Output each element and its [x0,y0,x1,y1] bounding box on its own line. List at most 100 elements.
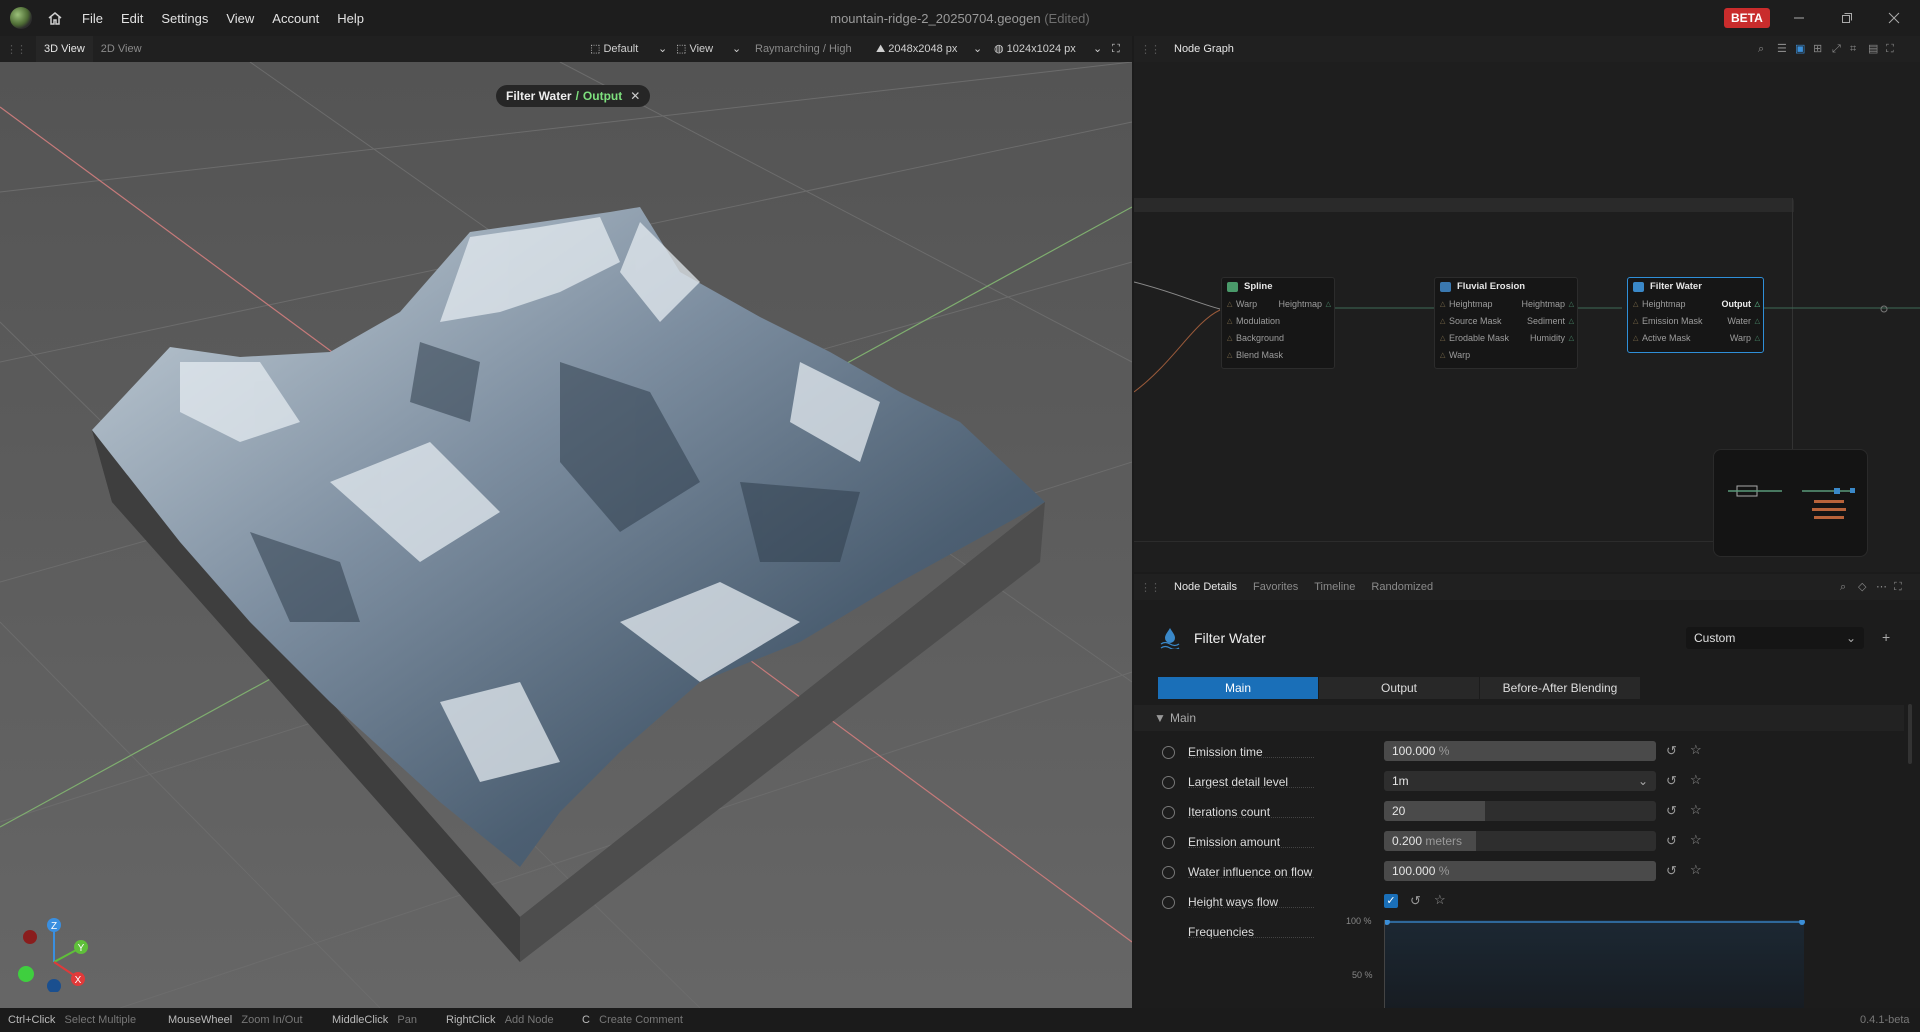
emission-amount-slider[interactable]: 0.200 meters [1384,831,1656,851]
reset-icon[interactable]: ↺ [1666,743,1677,759]
node-fluvial-erosion[interactable]: Fluvial Erosion Heightmap Heightmap Sourc… [1434,277,1578,369]
panel-icon[interactable]: ▤ [1868,36,1878,62]
graph-minimap[interactable] [1713,449,1868,557]
fullscreen-icon[interactable]: ⛶ [1894,574,1902,600]
list-icon[interactable]: ☰ [1777,36,1787,62]
expose-toggle[interactable] [1162,866,1175,879]
largest-detail-level-select[interactable]: 1m ⌄ [1384,771,1656,791]
breadcrumb-output[interactable]: Output [583,89,622,103]
close-icon[interactable] [1884,8,1904,28]
preview-resolution-dropdown[interactable]: ◍ 1024x1024 px [994,36,1076,62]
view-dropdown[interactable]: ⬚ View [676,36,713,62]
drag-handle-icon[interactable]: ⋮⋮ [1140,43,1161,56]
port-input[interactable]: Active Mask [1633,330,1690,347]
expose-toggle[interactable] [1162,836,1175,849]
star-icon[interactable]: ☆ [1690,862,1702,878]
chevron-down-icon[interactable]: ⌄ [658,36,667,62]
star-icon[interactable]: ☆ [1690,772,1702,788]
3d-viewport[interactable]: Filter Water / Output ✕ Z Y X [0,62,1132,1008]
fit-icon[interactable]: ⤢ [1832,36,1841,62]
drag-handle-icon[interactable]: ⋮⋮ [1140,581,1161,594]
drag-handle-icon[interactable]: ⋮⋮ [6,43,27,56]
port-input[interactable]: Background [1227,330,1284,347]
add-icon[interactable]: + [1882,629,1890,645]
menu-settings[interactable]: Settings [161,11,208,26]
port-output[interactable]: Heightmap [1521,296,1573,313]
tab-before-after-blending[interactable]: Before-After Blending [1480,677,1640,699]
tab-node-graph[interactable]: Node Graph [1166,36,1242,62]
grid-icon[interactable]: ⊞ [1813,36,1822,62]
port-input[interactable]: Heightmap [1633,296,1685,313]
frequency-curve-editor[interactable] [1384,919,1805,1008]
section-main[interactable]: ▼ Main [1134,705,1904,731]
minimize-icon[interactable] [1789,8,1809,28]
port-input[interactable]: Blend Mask [1227,347,1283,364]
chevron-down-icon[interactable]: ⌄ [1093,36,1102,62]
tab-randomized[interactable]: Randomized [1363,574,1441,600]
port-input[interactable]: Source Mask [1440,313,1501,330]
curve-handle[interactable] [1384,919,1390,925]
menu-file[interactable]: File [82,11,103,26]
home-icon[interactable] [46,9,64,27]
breadcrumb-node[interactable]: Filter Water [506,89,572,103]
tab-main[interactable]: Main [1158,677,1318,699]
port-input[interactable]: Erodable Mask [1440,330,1509,347]
emission-time-slider[interactable]: 100.000 % [1384,741,1656,761]
star-icon[interactable]: ☆ [1434,892,1446,908]
expose-toggle[interactable] [1162,806,1175,819]
menu-edit[interactable]: Edit [121,11,143,26]
expose-toggle[interactable] [1162,746,1175,759]
port-output[interactable]: Sediment [1527,313,1574,330]
port-output[interactable]: Heightmap [1278,296,1330,313]
tab-node-details[interactable]: Node Details [1166,574,1245,600]
menu-account[interactable]: Account [272,11,319,26]
chevron-down-icon[interactable]: ⌄ [732,36,741,62]
star-icon[interactable]: ☆ [1690,832,1702,848]
reset-icon[interactable]: ↺ [1666,863,1677,879]
port-output[interactable]: Humidity [1530,330,1574,347]
tab-output[interactable]: Output [1319,677,1479,699]
reset-icon[interactable]: ↺ [1410,893,1421,909]
search-icon[interactable]: ⌕ [1840,574,1846,600]
tab-3d-view[interactable]: 3D View [36,36,93,62]
port-input[interactable]: Modulation [1227,313,1280,330]
axis-gizmo[interactable]: Z Y X [12,912,92,992]
node-spline[interactable]: Spline Warp Heightmap Modulation Backgrou… [1221,277,1335,369]
close-icon[interactable]: ✕ [630,89,640,103]
layout-icon[interactable]: ▣ [1795,36,1805,62]
star-icon[interactable]: ☆ [1690,742,1702,758]
diamond-icon[interactable]: ◇ [1858,574,1866,600]
resolution-dropdown[interactable]: ⛰ 2048x2048 px [876,36,957,62]
details-scrollbar[interactable] [1908,704,1912,764]
curve-handle[interactable] [1799,919,1805,925]
fullscreen-icon[interactable]: ⛶ [1886,36,1894,62]
port-input[interactable]: Warp [1440,347,1470,364]
preset-dropdown[interactable]: ⬚ Default [590,36,638,62]
port-input[interactable]: Emission Mask [1633,313,1702,330]
tab-timeline[interactable]: Timeline [1306,574,1363,600]
port-input[interactable]: Warp [1227,296,1257,313]
preset-select[interactable]: Custom ⌄ [1686,627,1864,649]
more-icon[interactable]: ⋯ [1876,574,1887,600]
reset-icon[interactable]: ↺ [1666,803,1677,819]
frame-icon[interactable]: ⌗ [1850,36,1856,62]
port-output[interactable]: Output [1722,296,1760,313]
reset-icon[interactable]: ↺ [1666,773,1677,789]
tab-favorites[interactable]: Favorites [1245,574,1306,600]
water-influence-slider[interactable]: 100.000 % [1384,861,1656,881]
menu-help[interactable]: Help [337,11,364,26]
expose-toggle[interactable] [1162,896,1175,909]
maximize-icon[interactable] [1837,8,1857,28]
height-ways-flow-checkbox[interactable]: ✓ [1384,894,1398,908]
fullscreen-icon[interactable]: ⛶ [1112,36,1120,62]
expose-toggle[interactable] [1162,776,1175,789]
reset-icon[interactable]: ↺ [1666,833,1677,849]
search-icon[interactable]: ⌕ [1758,36,1764,62]
menu-view[interactable]: View [226,11,254,26]
render-mode[interactable]: Raymarching / High [755,36,852,62]
port-input[interactable]: Heightmap [1440,296,1492,313]
chevron-down-icon[interactable]: ⌄ [973,36,982,62]
star-icon[interactable]: ☆ [1690,802,1702,818]
tab-2d-view[interactable]: 2D View [93,36,150,62]
port-output[interactable]: Water [1727,313,1759,330]
